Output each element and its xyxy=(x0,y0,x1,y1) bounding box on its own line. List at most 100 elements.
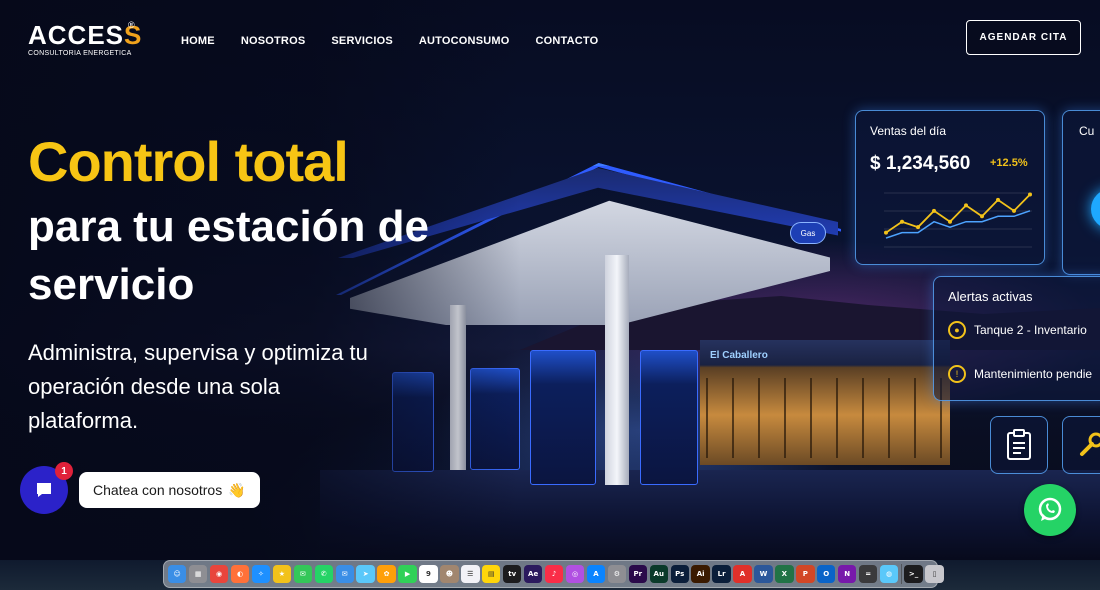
dock-notes-icon[interactable]: ▤ xyxy=(482,564,501,584)
dock-chrome-icon[interactable]: ◉ xyxy=(209,564,229,584)
sales-value: $ 1,234,560 xyxy=(870,153,971,174)
sales-point xyxy=(884,230,888,235)
dock-trash-icon[interactable]: ▯ xyxy=(925,564,944,584)
dock-illustrator-icon[interactable]: Ai xyxy=(691,564,710,584)
logo-tagline: CONSULTORIA ENERGETICA xyxy=(28,50,132,57)
chart-gridlines xyxy=(884,192,1032,248)
sales-series-yellow xyxy=(885,193,1031,234)
nav-home[interactable]: HOME xyxy=(181,35,215,47)
dock-launchpad-icon[interactable]: ▦ xyxy=(188,564,208,584)
clipboard-report-icon xyxy=(1007,429,1031,460)
sales-point xyxy=(932,208,936,213)
fuel-drop-icon: ● xyxy=(948,321,966,339)
hero-headline: para tu estación de servicio xyxy=(28,202,430,309)
dock-tv-icon[interactable]: tv xyxy=(503,564,522,584)
secondary-card-title: Cu xyxy=(1079,124,1095,138)
dock-photos-icon[interactable]: ✿ xyxy=(377,564,396,584)
alert-item[interactable]: ! Mantenimiento pendie xyxy=(948,365,1092,383)
whatsapp-icon xyxy=(1038,497,1062,521)
dock-app-store-icon[interactable]: A xyxy=(586,564,606,584)
sales-point xyxy=(916,225,920,230)
brand-logo[interactable]: ACCESS ® CONSULTORIA ENERGETICA xyxy=(28,20,143,57)
dock-powerpoint-icon[interactable]: P xyxy=(796,564,815,584)
fuel-pump xyxy=(530,350,596,485)
store-windows xyxy=(706,378,944,458)
sales-line-chart xyxy=(884,192,1032,248)
hero-description: Administra, supervisa y optimiza tu oper… xyxy=(28,340,368,433)
sales-point xyxy=(980,214,984,219)
store-sign: El Caballero xyxy=(710,350,768,361)
brand-badge: Gas xyxy=(790,222,826,244)
dock-separator xyxy=(900,564,902,584)
sales-card: Ventas del día $ 1,234,560 +12.5% xyxy=(855,110,1045,265)
dock-podcasts-icon[interactable]: ◎ xyxy=(565,564,585,584)
dock-firefox-icon[interactable]: ◐ xyxy=(230,564,250,584)
dock-acrobat-icon[interactable]: A xyxy=(733,564,752,584)
dock-after-effects-icon[interactable]: Ae xyxy=(523,564,543,584)
convenience-store: El Caballero xyxy=(700,340,950,465)
alerts-card-title: Alertas activas xyxy=(948,289,1033,304)
nav-servicios[interactable]: SERVICIOS xyxy=(331,35,393,47)
sales-card-title: Ventas del día xyxy=(870,124,947,138)
main-nav: HOME NOSOTROS SERVICIOS AUTOCONSUMO CONT… xyxy=(181,35,598,47)
dock-mail-icon[interactable]: ✉ xyxy=(335,564,354,584)
alert-text: Tanque 2 - Inventario xyxy=(974,323,1087,337)
dock-contacts-icon[interactable]: ☻ xyxy=(440,564,459,584)
sales-point xyxy=(1012,208,1016,213)
dock-premiere-icon[interactable]: Pr xyxy=(628,564,648,584)
secondary-card: Cu xyxy=(1062,110,1100,275)
dock-terminal-icon[interactable]: >_ xyxy=(904,564,923,584)
alert-item[interactable]: ● Tanque 2 - Inventario xyxy=(948,321,1087,339)
gauge-icon xyxy=(1091,189,1100,229)
schedule-appointment-button[interactable]: AGENDAR CITA xyxy=(966,20,1081,55)
dock-messages-icon[interactable]: ✉ xyxy=(293,564,313,584)
dock-word-icon[interactable]: W xyxy=(754,564,773,584)
whatsapp-button[interactable] xyxy=(1024,484,1076,536)
sales-point xyxy=(948,219,952,224)
dock-safari-icon[interactable]: ✧ xyxy=(251,564,271,584)
chat-unread-badge: 1 xyxy=(55,462,73,480)
dock-calculator-icon[interactable]: = xyxy=(858,564,878,584)
alert-text: Mantenimiento pendie xyxy=(974,367,1093,381)
brand-badge-text: Gas xyxy=(800,228,816,238)
report-tile xyxy=(990,416,1048,474)
canopy-pillar xyxy=(605,255,629,485)
dock-music-icon[interactable]: ♪ xyxy=(544,564,564,584)
dock-onenote-icon[interactable]: N xyxy=(838,564,857,584)
alerts-card: Alertas activas ● Tanque 2 - Inventario … xyxy=(933,276,1100,401)
dock-whatsapp-icon[interactable]: ✆ xyxy=(314,564,333,584)
wrench-icon xyxy=(1080,432,1100,456)
chat-prompt-text: Chatea con nosotros xyxy=(93,482,223,498)
warning-icon: ! xyxy=(948,365,966,383)
sales-change: +12.5% xyxy=(990,157,1028,169)
hero-headline-accent: Control total xyxy=(28,130,349,193)
sales-point xyxy=(964,203,968,208)
dock-reeder-icon[interactable]: ★ xyxy=(272,564,292,584)
sales-point xyxy=(996,197,1000,202)
dock-lightroom-icon[interactable]: Lr xyxy=(712,564,731,584)
dock-system-settings-icon[interactable]: ⚙ xyxy=(607,564,627,584)
dock-calendar-icon[interactable]: 9 xyxy=(419,564,438,584)
chat-bubble-icon xyxy=(37,483,51,497)
waving-hand-icon: 👋 xyxy=(228,481,246,498)
dock-reminders-icon[interactable]: ☰ xyxy=(461,564,480,584)
dock-excel-icon[interactable]: X xyxy=(775,564,794,584)
sales-point xyxy=(1028,192,1032,197)
sales-point xyxy=(900,219,904,224)
dock-facetime-icon[interactable]: ▶ xyxy=(398,564,417,584)
macos-dock: ☺ ▦ ◉ ◐ ✧ ★ ✉ ✆ ✉ ➤ ✿ ▶ 9 ☻ ☰ ▤ tv Ae ♪ ◎ A ⚙ Pr Au Ps Ai Lr A W X P O N… xyxy=(163,560,944,588)
dock-maps-icon[interactable]: ➤ xyxy=(356,564,375,584)
nav-contacto[interactable]: CONTACTO xyxy=(536,35,599,47)
nav-nosotros[interactable]: NOSOTROS xyxy=(241,35,306,47)
dock-finder-icon[interactable]: ☺ xyxy=(168,564,187,584)
nav-autoconsumo[interactable]: AUTOCONSUMO xyxy=(419,35,510,47)
maintenance-tile xyxy=(1062,416,1100,474)
chat-prompt-bubble[interactable]: Chatea con nosotros 👋 xyxy=(79,472,260,508)
dock-outlook-icon[interactable]: O xyxy=(817,564,836,584)
dock-photoshop-icon[interactable]: Ps xyxy=(670,564,689,584)
dock-audition-icon[interactable]: Au xyxy=(649,564,668,584)
registered-mark: ® xyxy=(128,20,135,30)
logo-wordmark: ACCESS xyxy=(28,20,143,50)
fuel-pump xyxy=(640,350,698,485)
dock-globe-icon[interactable]: ◍ xyxy=(879,564,899,584)
